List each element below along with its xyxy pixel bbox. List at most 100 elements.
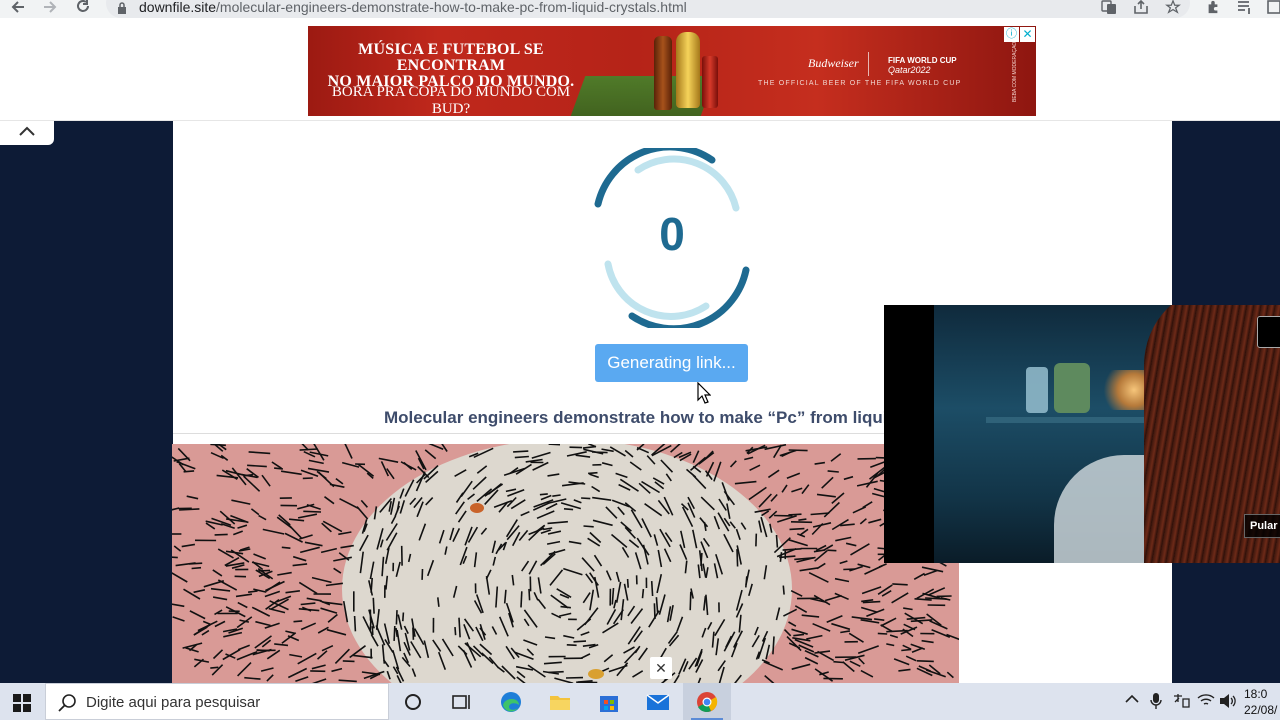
crystal-stroke — [782, 585, 785, 595]
ad-side-text: BEBA COM MODERAÇÃO — [1012, 41, 1018, 102]
chevron-up-icon — [19, 126, 35, 136]
crystal-stroke — [588, 471, 598, 475]
divider — [173, 433, 923, 434]
crystal-stroke — [395, 610, 398, 625]
generate-link-button[interactable]: Generating link... — [595, 344, 748, 382]
crystal-stroke — [353, 615, 357, 632]
wifi-icon[interactable] — [1197, 693, 1215, 710]
ad-subline: BORA PRA COPA DO MUNDO COM BUD? — [331, 84, 571, 116]
beer-bottle-image — [654, 36, 672, 110]
crystal-stroke — [650, 581, 654, 597]
task-view-icon[interactable] — [437, 683, 485, 720]
event-logo-bottom: Qatar2022 — [888, 65, 931, 75]
collapse-ad-button[interactable] — [0, 121, 54, 145]
ad-headline-1: MÚSICA E FUTEBOL SE ENCONTRAM — [358, 41, 544, 74]
browser-toolbar: downfile.site/molecular-engineers-demons… — [0, 0, 1280, 18]
crystal-stroke — [274, 467, 283, 470]
crystal-stroke — [172, 556, 178, 559]
file-explorer-icon[interactable] — [536, 683, 584, 720]
reload-icon[interactable] — [75, 0, 91, 16]
microphone-icon[interactable] — [1150, 693, 1162, 712]
floating-close-icon[interactable]: ✕ — [650, 657, 672, 679]
liquid-crystal-image — [172, 444, 959, 683]
crystal-stroke — [901, 648, 912, 652]
search-icon — [58, 694, 76, 712]
crystal-stroke — [342, 660, 355, 663]
clock-date: 22/08/ — [1244, 703, 1278, 717]
mail-icon[interactable] — [634, 683, 682, 720]
crystal-stroke — [736, 549, 739, 567]
ad-headline: MÚSICA E FUTEBOL SE ENCONTRAM NO MAIOR P… — [326, 42, 576, 90]
video-ad-player[interactable] — [884, 305, 1280, 563]
crystal-stroke — [700, 552, 703, 566]
crystal-stroke — [916, 660, 934, 663]
crystal-stroke — [772, 636, 775, 655]
crystal-stroke — [789, 527, 805, 531]
lock-icon[interactable] — [117, 1, 127, 14]
crystal-stroke — [581, 497, 591, 500]
crystal-stroke — [402, 612, 405, 622]
crystal-stroke — [583, 525, 594, 528]
ad-separator — [868, 52, 869, 76]
side-panel-icon[interactable] — [1266, 0, 1280, 16]
crystal-stroke — [210, 666, 219, 669]
video-side-button[interactable] — [1257, 316, 1280, 348]
crystal-stroke — [775, 534, 779, 548]
crystal-stroke — [892, 583, 908, 586]
skip-ad-button[interactable]: Pular — [1244, 514, 1280, 538]
crystal-stroke — [513, 450, 529, 453]
mouse-cursor-icon — [697, 382, 711, 404]
crystal-stroke — [514, 455, 529, 459]
article-title: Molecular engineers demonstrate how to m… — [384, 408, 904, 427]
url-text[interactable]: downfile.site/molecular-engineers-demons… — [139, 0, 687, 16]
crystal-stroke — [372, 597, 375, 614]
system-clock[interactable]: 18:0 22/08/ — [1244, 686, 1280, 718]
clock-time: 18:0 — [1244, 687, 1268, 701]
crystal-stroke — [779, 552, 783, 562]
ime-icon[interactable] — [1172, 693, 1190, 712]
ad-close-icon[interactable]: ✕ — [1020, 27, 1035, 42]
crystal-stroke — [833, 660, 844, 664]
trophy-image — [676, 32, 700, 108]
ad-tagline: THE OFFICIAL BEER OF THE FIFA WORLD CUP — [758, 80, 962, 87]
crystal-stroke — [458, 617, 461, 638]
bookmark-star-icon[interactable] — [1165, 0, 1181, 16]
back-icon[interactable] — [10, 0, 26, 16]
crystal-stroke — [573, 640, 587, 643]
cortana-icon[interactable] — [389, 683, 437, 720]
plant-image — [1054, 363, 1090, 413]
taskbar: Digite aqui para pesquisar 18:0 22/08/ — [0, 683, 1280, 720]
share-icon[interactable] — [1133, 0, 1149, 16]
crystal-stroke — [790, 521, 813, 524]
ad-info-icon[interactable]: ⓘ — [1004, 27, 1019, 42]
crystal-stroke — [520, 591, 523, 608]
crystal-stroke — [281, 546, 291, 549]
crystal-stroke — [626, 578, 629, 588]
chrome-icon[interactable] — [683, 683, 731, 720]
crystal-stroke — [369, 619, 372, 631]
crystal-stroke — [454, 627, 457, 636]
reading-list-icon[interactable] — [1237, 0, 1253, 16]
crystal-stroke — [393, 625, 396, 641]
event-logo-top: FIFA WORLD CUP — [888, 56, 957, 65]
volume-icon[interactable] — [1219, 693, 1237, 712]
taskbar-search-box[interactable]: Digite aqui para pesquisar — [45, 683, 389, 720]
crystal-stroke — [528, 588, 531, 601]
edge-icon[interactable] — [487, 683, 535, 720]
url-domain: downfile.site — [139, 0, 217, 15]
store-icon[interactable] — [585, 683, 633, 720]
crystal-stroke — [191, 566, 202, 570]
forward-icon[interactable] — [42, 0, 58, 16]
start-button[interactable] — [0, 683, 45, 720]
extensions-icon[interactable] — [1205, 0, 1221, 16]
countdown-number: 0 — [659, 208, 685, 260]
crystal-stroke — [788, 513, 802, 516]
banner-ad[interactable]: MÚSICA E FUTEBOL SE ENCONTRAM NO MAIOR P… — [308, 26, 1036, 116]
chevron-up-icon[interactable] — [1125, 693, 1139, 708]
translate-icon[interactable] — [1101, 0, 1117, 16]
crystal-stroke — [437, 597, 440, 607]
crystal-stroke — [214, 533, 228, 536]
crystal-stroke — [689, 591, 692, 611]
video-frame — [934, 305, 1280, 563]
windows-icon — [13, 694, 31, 712]
